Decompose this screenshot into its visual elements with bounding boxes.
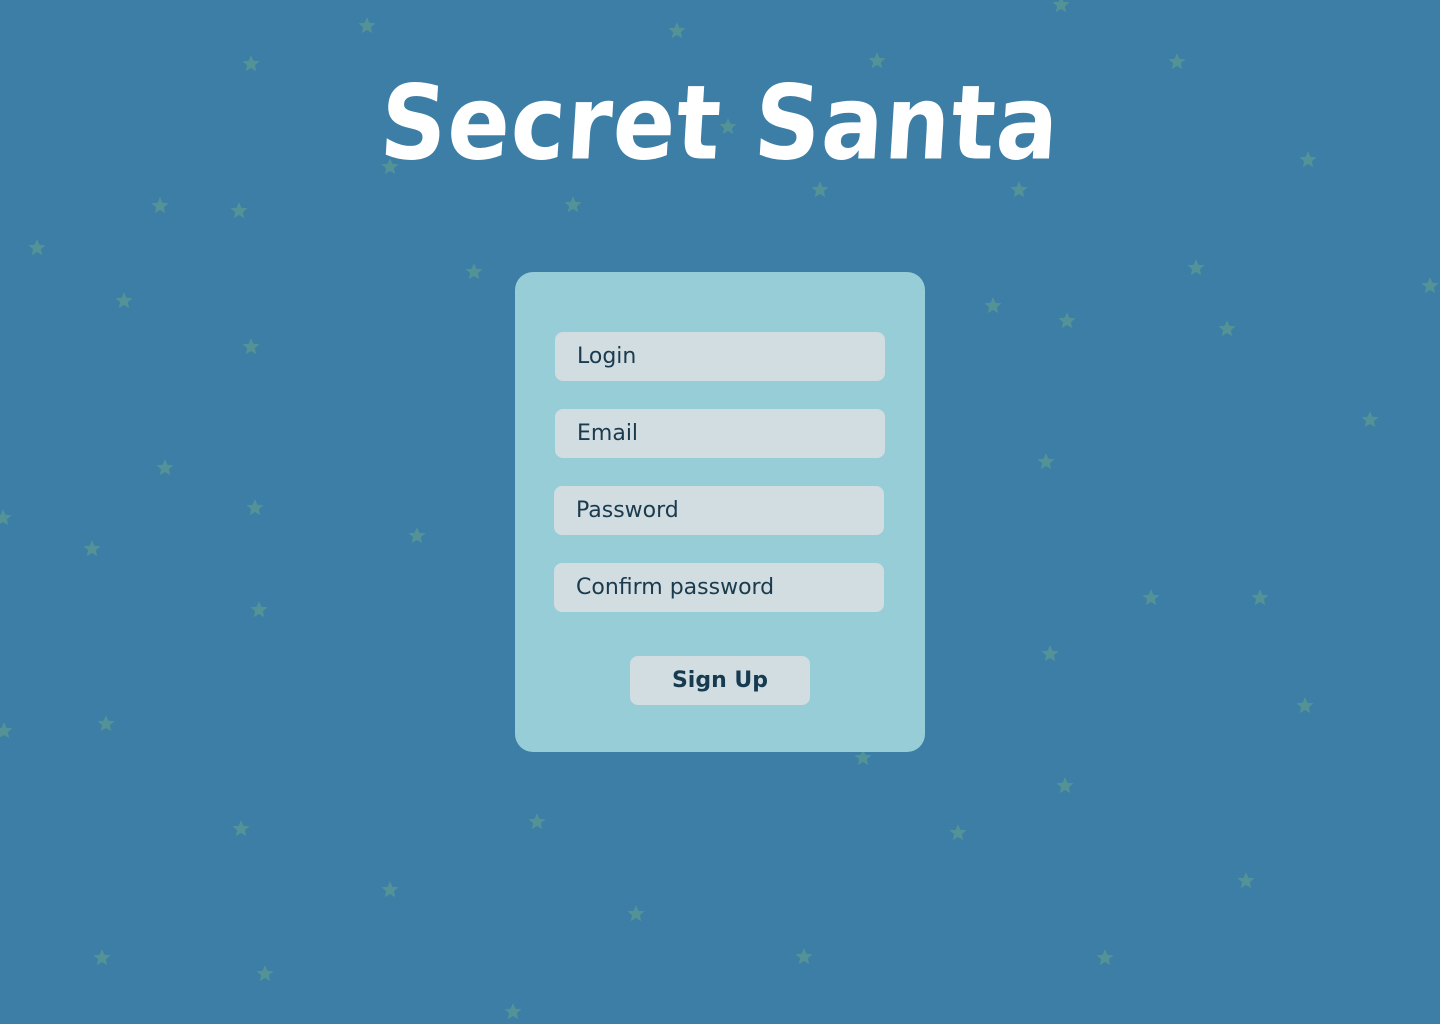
star-icon	[949, 824, 967, 841]
star-icon	[0, 509, 12, 526]
star-icon	[564, 196, 582, 213]
star-icon	[246, 499, 264, 516]
star-icon	[984, 297, 1002, 314]
star-icon	[811, 181, 829, 198]
star-icon	[1056, 777, 1074, 794]
star-icon	[151, 197, 169, 214]
star-icon	[115, 292, 133, 309]
star-icon	[1041, 645, 1059, 662]
star-icon	[1010, 181, 1028, 198]
star-icon	[256, 965, 274, 982]
email-input[interactable]	[555, 409, 885, 458]
star-icon	[1168, 53, 1186, 70]
star-icon	[1142, 589, 1160, 606]
star-icon	[28, 239, 46, 256]
star-icon	[1187, 259, 1205, 276]
sign-up-button[interactable]: Sign Up	[630, 656, 810, 705]
star-icon	[97, 715, 115, 732]
star-icon	[156, 459, 174, 476]
login-input[interactable]	[555, 332, 885, 381]
page-title: Secret Santa	[376, 63, 1064, 184]
confirm-password-input[interactable]	[554, 563, 884, 612]
star-icon	[1361, 411, 1379, 428]
star-icon	[1096, 949, 1114, 966]
star-icon	[242, 338, 260, 355]
star-icon	[465, 263, 483, 280]
star-icon	[408, 527, 426, 544]
star-icon	[1251, 589, 1269, 606]
star-icon	[1218, 320, 1236, 337]
star-icon	[242, 55, 260, 72]
star-icon	[0, 722, 13, 739]
star-icon	[230, 202, 248, 219]
password-input[interactable]	[554, 486, 884, 535]
star-icon	[381, 881, 399, 898]
star-icon	[83, 540, 101, 557]
star-icon	[358, 17, 376, 34]
star-icon	[93, 949, 111, 966]
star-icon	[1421, 277, 1439, 294]
star-icon	[232, 820, 250, 837]
star-icon	[528, 813, 546, 830]
star-icon	[1296, 697, 1314, 714]
star-icon	[1037, 453, 1055, 470]
star-icon	[504, 1003, 522, 1020]
star-icon	[1052, 0, 1070, 13]
star-icon	[1237, 872, 1255, 889]
star-icon	[250, 601, 268, 618]
star-icon	[795, 948, 813, 965]
star-icon	[668, 22, 686, 39]
signup-card: Sign Up	[515, 272, 925, 752]
star-icon	[1058, 312, 1076, 329]
star-icon	[627, 905, 645, 922]
